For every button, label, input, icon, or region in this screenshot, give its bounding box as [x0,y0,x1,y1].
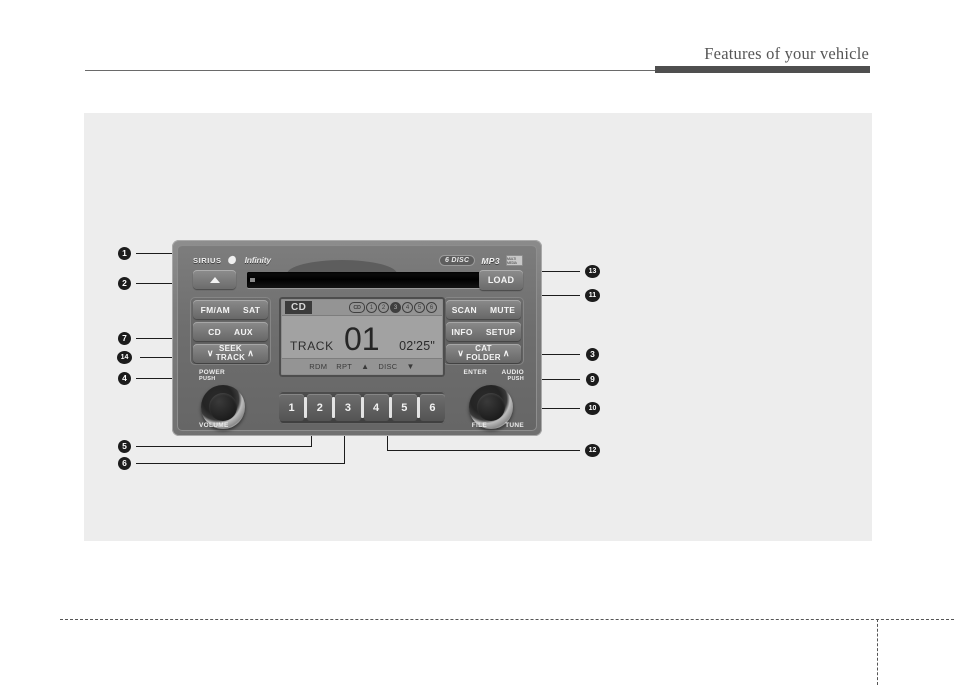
car-audio-head-unit: SIRIUS Infinity 6 DISC MP3 MULTI MEDIA L… [172,240,542,436]
slot-nub-left [250,278,255,282]
chevron-up-icon: ∧ [247,348,255,358]
fm-am-sat-button[interactable]: FM/AM SAT [193,300,268,319]
arrow-down-icon: ▼ [406,362,415,371]
lcd-inner: CD CD 1 2 3 4 5 6 TRACK 01 02'25" RDM RP… [282,300,442,374]
folder-label: FOLDER [466,352,501,362]
brand-logos: SIRIUS Infinity [193,255,271,265]
callout-5: 5 [118,440,131,453]
preset-button-strip: 1 2 3 4 5 6 [279,391,446,424]
disc-cd-label: CD [349,302,365,313]
scan-label: SCAN [451,304,477,315]
header-rule-thin [85,70,657,71]
lcd-top-bar: CD CD 1 2 3 4 5 6 [282,300,442,316]
sat-label: SAT [243,304,261,315]
callout-10: 10 [585,402,600,415]
mp3-badge: MP3 [481,255,500,266]
page-header: Features of your vehicle [0,0,954,80]
callout-7: 7 [118,332,131,345]
footer-vertical-divider [877,619,878,685]
eject-icon [209,276,220,283]
status-rpt: RPT [336,362,353,371]
leader-line-6 [136,463,345,465]
elapsed-time-value: 02'25" [399,339,435,353]
callout-2: 2 [118,277,131,290]
preset-button-3[interactable]: 3 [335,394,361,421]
fm-am-label: FM/AM [200,304,231,315]
track-text-label: TRACK [290,339,334,353]
volume-knob-face [209,393,237,421]
six-disc-badge: 6 DISC [438,255,476,266]
chevron-up-icon-right: ∧ [502,348,510,358]
disc-indicator-5: 5 [414,302,425,313]
footer-divider [60,619,954,620]
radio-bezel: SIRIUS Infinity 6 DISC MP3 MULTI MEDIA L… [177,245,537,431]
callout-14: 14 [117,351,132,364]
callout-12: 12 [585,444,600,457]
arrow-up-icon: ▲ [361,362,370,371]
callout-4: 4 [118,372,131,385]
cd-aux-button[interactable]: CD AUX [193,322,268,341]
header-rule-thick [655,66,870,73]
preset-button-2[interactable]: 2 [307,394,333,421]
track-number-value: 01 [344,321,380,357]
disc-indicator-2: 2 [378,302,389,313]
leader-line-12 [387,450,580,452]
infinity-logo: Infinity [244,255,271,265]
disc-indicator-group: CD 1 2 3 4 5 6 [349,302,437,313]
page-title: Features of your vehicle [704,44,869,63]
seek-track-button[interactable]: ∨ SEEK TRACK ∧ [193,344,268,363]
setup-label: SETUP [485,326,516,337]
tune-label: TUNE [505,422,524,429]
right-button-cluster: SCAN MUTE INFO SETUP ∨ CAT FOLDER ∧ [443,297,524,365]
preset-button-4[interactable]: 4 [363,394,389,421]
info-setup-button[interactable]: INFO SETUP [446,322,521,341]
aux-label: AUX [234,326,253,337]
info-label: INFO [451,326,473,337]
disc-indicator-6: 6 [426,302,437,313]
callout-3: 3 [586,348,599,361]
chevron-down-icon: ∨ [206,348,214,358]
format-badges: 6 DISC MP3 MULTI MEDIA [438,255,523,266]
callout-1: 1 [118,247,131,260]
disc-indicator-1: 1 [366,302,377,313]
power-label: POWER [199,369,226,376]
disc-indicator-4: 4 [402,302,413,313]
track-label: TRACK [215,352,246,362]
cat-folder-button[interactable]: ∨ CAT FOLDER ∧ [446,344,521,363]
chevron-down-icon-right: ∨ [457,348,465,358]
audio-label: AUDIO [501,369,524,376]
lcd-display: CD CD 1 2 3 4 5 6 TRACK 01 02'25" RDM RP… [279,297,445,377]
preset-button-5[interactable]: 5 [391,394,417,421]
tune-knob-face [477,393,505,421]
callout-6: 6 [118,457,131,470]
mute-label: MUTE [490,304,516,315]
leader-line-5 [136,446,312,448]
callout-11: 11 [585,289,600,302]
enter-label: ENTER [463,369,487,376]
status-rdm: RDM [309,362,328,371]
sirius-logo: SIRIUS [193,255,222,265]
lcd-mode-indicator: CD [285,301,313,314]
callout-13: 13 [585,265,600,278]
disc-indicator-3: 3 [390,302,401,313]
eject-button[interactable] [193,270,236,289]
scan-mute-button[interactable]: SCAN MUTE [446,300,521,319]
cd-disc-slot[interactable] [247,272,495,288]
preset-button-6[interactable]: 6 [419,394,446,421]
sirius-dog-icon [226,255,237,265]
power-push-label: PUSH [199,376,216,382]
multimedia-badge-icon: MULTI MEDIA [506,255,523,266]
load-button[interactable]: LOAD [479,270,523,290]
left-button-cluster: FM/AM SAT CD AUX ∨ SEEK TRACK ∧ [190,297,271,365]
audio-push-label: PUSH [507,376,524,382]
cd-label: CD [208,326,222,337]
volume-label: VOLUME [199,422,229,429]
lcd-main-area: TRACK 01 02'25" [282,315,442,359]
status-disc: DISC [378,362,398,371]
file-label: FILE [471,422,487,429]
preset-button-1[interactable]: 1 [279,394,305,421]
lcd-status-bar: RDM RPT ▲ DISC ▼ [282,358,442,374]
callout-9: 9 [586,373,599,386]
